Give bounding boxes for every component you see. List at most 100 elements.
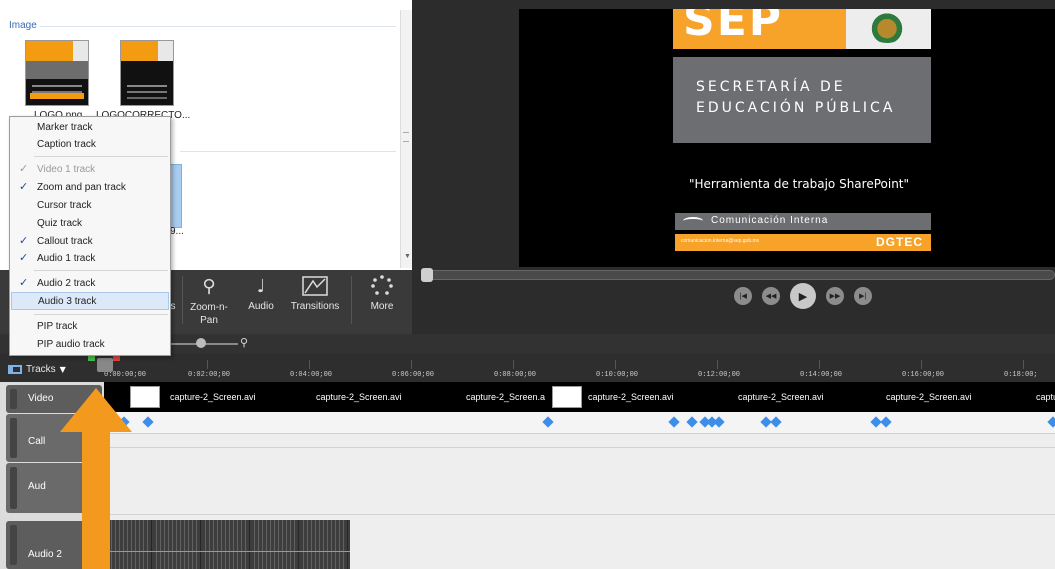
ruler-tick: 0:14:00;00 (800, 371, 843, 379)
menu-separator (34, 314, 168, 315)
menu-item-pip-track[interactable]: PIP track (11, 318, 169, 335)
preview-canvas[interactable]: SEP SECRETARÍA DE EDUCACIÓN PÚBLICA "Her… (519, 9, 1055, 267)
menu-item-cursor-track[interactable]: Cursor track (11, 197, 169, 214)
fast-forward-icon[interactable]: ▶▶ (826, 287, 844, 305)
scroll-down-icon[interactable]: ▼ (404, 253, 411, 260)
tool-more-button[interactable]: More (360, 270, 404, 326)
audio-waveform-segment (300, 520, 348, 569)
keyframe-marker[interactable] (686, 416, 698, 428)
menu-item-audio-2-track[interactable]: ✓ Audio 2 track (11, 275, 169, 292)
magnifier-icon: ⚲ (202, 275, 216, 297)
tracks-dropdown-menu: Marker track Caption track ✓ Video 1 tra… (9, 116, 171, 356)
clip-thumbnail-logo[interactable] (25, 40, 89, 106)
keyframe-marker[interactable] (142, 416, 154, 428)
ruler-tick: 0:06:00;00 (392, 371, 435, 379)
keyframe-marker[interactable] (668, 416, 680, 428)
menu-item-caption-track[interactable]: Caption track (11, 136, 169, 153)
video-clip[interactable]: capture-2_Screen.avi (886, 392, 972, 402)
keyframe-marker[interactable] (542, 416, 554, 428)
ruler-tick: 0:10:00;00 (596, 371, 639, 379)
checkmark-icon: ✓ (19, 251, 29, 264)
video-clip[interactable]: capture-2_Screen.avi (316, 392, 402, 402)
tool-transitions-button[interactable]: Transitions (285, 270, 345, 326)
dgtec-logo-text: DGTEC (876, 235, 923, 249)
audio-icon: ♩ (256, 275, 266, 297)
ruler-tick: 0:00:00;00 (104, 371, 147, 379)
zoom-pan-track[interactable] (104, 412, 1055, 434)
mexico-seal-box (846, 9, 931, 49)
mexico-seal-icon (866, 11, 908, 43)
menu-item-video-1-track: ✓ Video 1 track (19, 162, 96, 175)
section-divider (40, 26, 396, 27)
track-label: Audio 2 (28, 549, 62, 560)
audio-waveform-segment (153, 520, 201, 569)
ruler-tick: 0:18:00; (1004, 371, 1038, 379)
ruler-tick: 0:04:00;00 (290, 371, 333, 379)
tracks-button-label: Tracks (26, 363, 56, 375)
track-divider (104, 514, 1055, 515)
comunicacion-band: Comunicación Interna comunicacion.intern… (675, 213, 931, 253)
ruler-tick: 0:02:00;00 (188, 371, 231, 379)
menu-separator (34, 156, 168, 157)
tracks-icon (8, 364, 22, 374)
section-divider (180, 151, 396, 152)
scrubber-handle[interactable] (421, 268, 433, 282)
ruler-tick: 0:08:00;00 (494, 371, 537, 379)
skip-back-icon[interactable]: |◀ (734, 287, 752, 305)
ruler-tick: 0:16:00;00 (902, 371, 945, 379)
video-clip[interactable]: capture-2_Screen.a (466, 392, 545, 402)
transitions-icon (301, 274, 329, 298)
playhead[interactable] (97, 358, 113, 372)
video-clip[interactable]: capture-2_Screen.avi (588, 392, 674, 402)
menu-item-callout-track[interactable]: ✓ Callout track (11, 233, 169, 250)
preview-scrubber[interactable] (421, 268, 1055, 282)
tool-label: Zoom-n-Pan (190, 302, 228, 326)
checkmark-icon: ✓ (19, 162, 29, 175)
secretaria-line-1: SECRETARÍA DE (696, 79, 846, 95)
menu-item-zoom-and-pan-track[interactable]: ✓ Zoom and pan track (11, 179, 169, 196)
video-clip[interactable]: captu (1036, 392, 1055, 402)
play-icon[interactable]: ▶ (790, 283, 816, 309)
clip-thumbnail-logocorrecto[interactable] (120, 40, 174, 106)
video-clip[interactable]: capture-2_Screen.avi (738, 392, 824, 402)
audio-waveform-segment (202, 520, 250, 569)
transport-controls: |◀ ◀◀ ▶ ▶▶ ▶| (734, 283, 872, 309)
clip-bin-scrollbar[interactable]: ▼ (400, 10, 412, 268)
menu-item-marker-track[interactable]: Marker track (11, 119, 169, 136)
clip-thumbnail (130, 386, 160, 408)
video-clip[interactable]: capture-2_Screen.avi (170, 392, 256, 402)
menu-item-audio-3-track[interactable]: Audio 3 track (11, 292, 169, 310)
comunicacion-email: comunicacion.interna@sep.gob.mx (681, 238, 760, 244)
zoom-in-icon[interactable]: ⚲ (240, 336, 248, 349)
clip-bin-section-label: Image (9, 20, 37, 31)
tool-zoom-n-pan-button[interactable]: ⚲ Zoom-n-Pan (185, 270, 233, 327)
keyframe-marker[interactable] (770, 416, 782, 428)
rewind-icon[interactable]: ◀◀ (762, 287, 780, 305)
checkmark-icon: ✓ (19, 276, 29, 289)
menu-item-quiz-track[interactable]: Quiz track (11, 215, 169, 232)
secretaria-box: SECRETARÍA DE EDUCACIÓN PÚBLICA (673, 57, 931, 143)
slide-quote: "Herramienta de trabajo SharePoint" (689, 177, 910, 191)
audio-volume-line[interactable] (104, 551, 350, 552)
skip-forward-icon[interactable]: ▶| (854, 287, 872, 305)
track-label: Aud (28, 481, 46, 492)
video-track[interactable]: capture-2_Screen.avi capture-2_Screen.av… (104, 382, 1055, 412)
tracks-menu-button[interactable]: Tracks ▼ (8, 362, 66, 376)
menu-item-pip-audio-track[interactable]: PIP audio track (11, 336, 169, 353)
audio-2-clip[interactable] (104, 520, 350, 569)
tool-label: Audio (248, 301, 274, 312)
keyframe-marker[interactable] (1047, 416, 1055, 428)
timeline-zoom-handle[interactable] (196, 338, 206, 348)
menu-separator (34, 270, 168, 271)
tool-label: More (370, 301, 394, 312)
keyframe-marker[interactable] (713, 416, 725, 428)
clip-label: 9... (170, 226, 184, 237)
camtasia-window: Image LOGO.png LOGOCORRECTO... 9... ▼ SE… (0, 0, 1055, 569)
timeline-ruler[interactable]: 0:00:00;00 0:02:00;00 0:04:00;00 0:06:00… (104, 354, 1055, 382)
comunicacion-logo-icon (683, 217, 703, 225)
tool-audio-button[interactable]: ♩ Audio (243, 270, 279, 326)
clip-thumbnail-selected[interactable] (170, 164, 182, 228)
timeline-header: Tracks ▼ 0:00:00;00 0:02:00;00 0:04:00;0… (0, 354, 1055, 382)
keyframe-marker[interactable] (880, 416, 892, 428)
menu-item-audio-1-track[interactable]: ✓ Audio 1 track (11, 250, 169, 267)
